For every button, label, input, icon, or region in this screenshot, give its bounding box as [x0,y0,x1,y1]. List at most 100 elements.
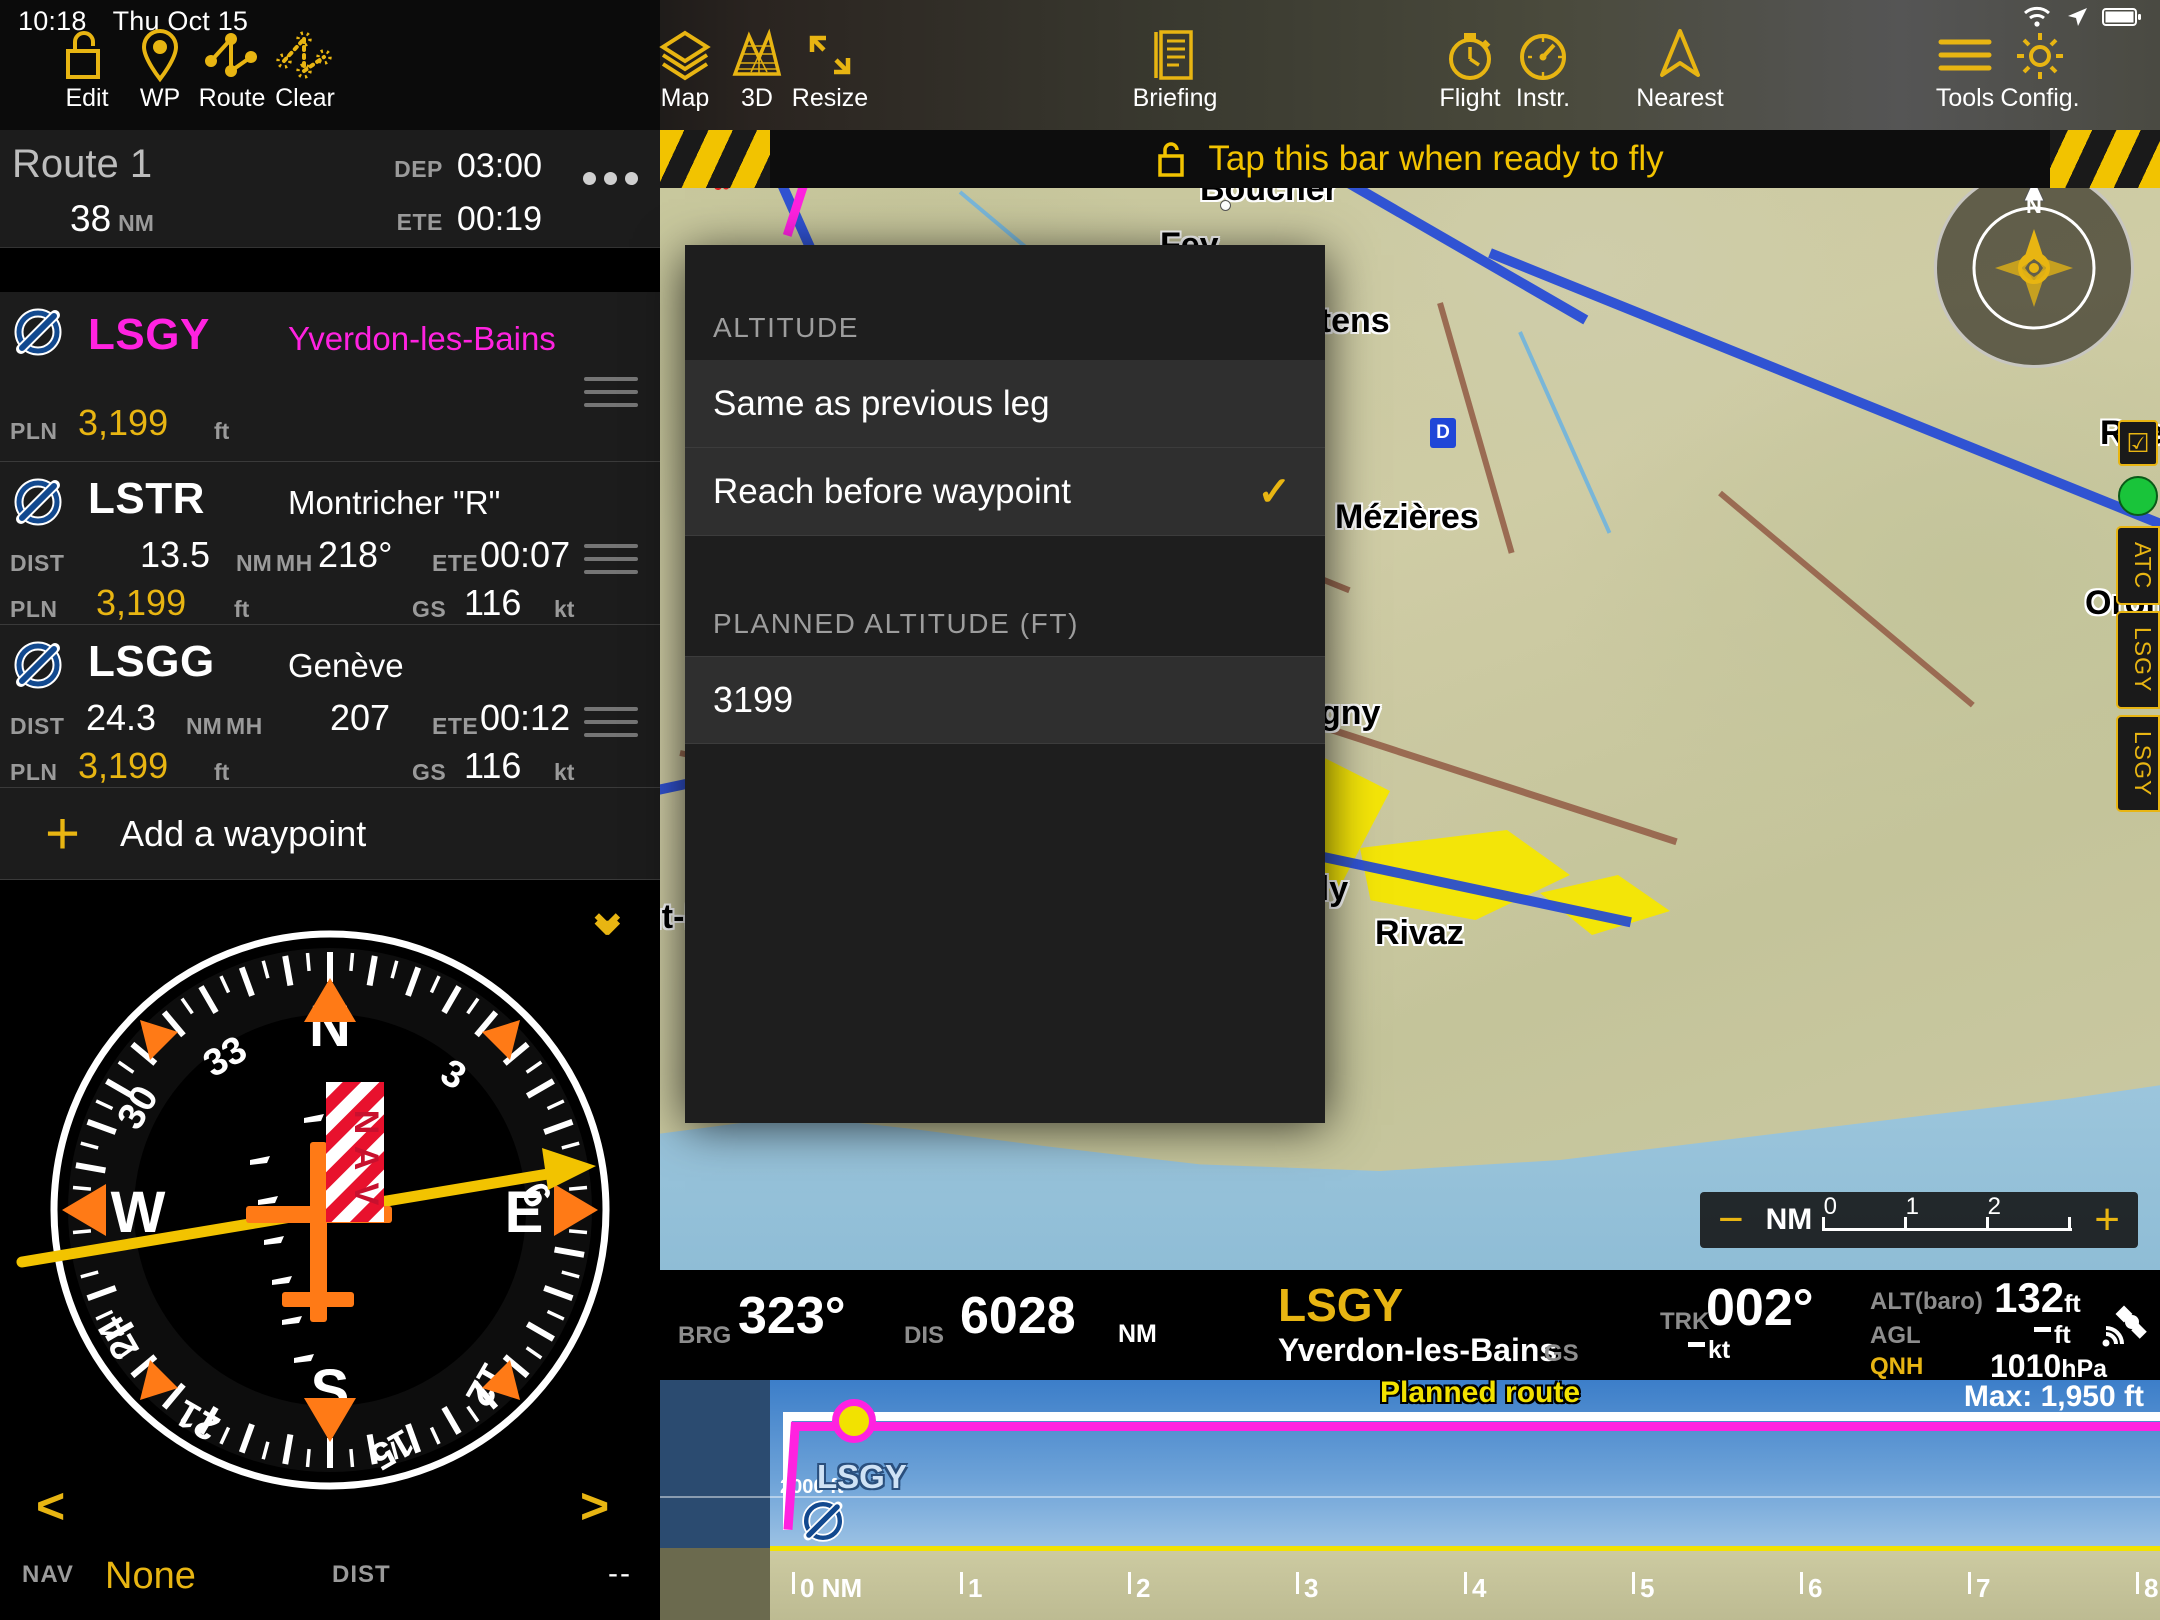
scale-ruler: 0 1 2 [1822,1203,2072,1237]
gs-value: 116 [464,745,521,787]
active-waypoint-code: LSGY [1278,1278,1403,1332]
mh-label: MH [276,550,313,577]
scale-unit-label: NM [1766,1203,1813,1237]
toolbar-clear-button[interactable]: Clear [240,26,370,111]
option-same-as-previous-leg[interactable]: Same as previous leg [685,360,1325,448]
svg-text:V: V [347,1183,385,1206]
scale-tick-0: 0 [1824,1193,1837,1221]
axis-tick-4: 4 [1472,1573,1486,1604]
qnh-label[interactable]: QNH [1870,1353,1923,1381]
profile-route-line [791,1422,2160,1431]
route-distance-unit: NM [118,210,154,236]
axis-tick-8: 8 [2144,1573,2158,1604]
zoom-out-button[interactable]: − [1706,1198,1756,1242]
gs-label: GS [412,596,446,623]
profile-ground-past [660,1548,770,1620]
pln-label: PLN [10,418,58,445]
pln-value: 3,199 [96,582,186,624]
profile-max-label: Max: 1,950 ft [1964,1380,2144,1414]
waypoint-row-lstr[interactable]: LSTR Montricher "R" DIST 13.5 NM MH 218°… [0,462,660,625]
profile-route-outline [791,1412,2160,1421]
dist-value: 24.3 [86,697,156,739]
drag-handle[interactable] [584,377,638,416]
dist-unit: NM [186,713,222,740]
axis-tick-1: 1 [968,1573,982,1604]
planned-altitude-input[interactable]: 3199 [685,656,1325,744]
hsi-prev-button[interactable]: < [36,1477,65,1535]
pln-label: PLN [10,759,58,786]
pln-unit: ft [214,418,229,445]
waypoint-code: LSTR [88,474,205,524]
checklist-icon[interactable]: ☑ [2118,420,2158,466]
unlock-icon [1156,140,1186,178]
ready-to-fly-bar[interactable]: Tap this bar when ready to fly [660,130,2160,188]
toolbar-resize-button[interactable]: Resize [765,26,895,111]
waypoint-name: Genève [288,647,404,685]
pln-unit: ft [214,759,229,786]
profile-gridline-2000 [660,1496,2160,1498]
vertical-profile[interactable]: 2000 ft LSGY Planned route Max: 1,950 ft… [660,1380,2160,1620]
dialog-planned-header: PLANNED ALTITUDE (FT) [713,608,1079,640]
route-title: Route 1 [12,142,152,187]
dist-label: DIST [10,713,64,740]
toolbar-briefing-label: Briefing [1110,86,1240,111]
drag-handle[interactable] [584,707,638,746]
profile-sky-past [660,1380,770,1548]
gps-satellite-icon[interactable] [2092,1300,2148,1352]
profile-waypoint-dot[interactable] [832,1399,876,1443]
toolbar-nearest-button[interactable]: Nearest [1615,26,1745,111]
green-status-dot[interactable] [2118,476,2158,516]
route-dep-value: 03:00 [457,147,542,185]
hsi-nav-value[interactable]: None [105,1555,196,1598]
gs-label: GS [412,759,446,786]
add-waypoint-button[interactable]: + Add a waypoint [0,788,660,880]
toolbar-config-button[interactable]: Config. [1975,26,2105,111]
mh-value: 218° [318,534,392,576]
ellipsis-menu[interactable] [583,172,638,185]
hsi-instrument[interactable]: ⌄⌄ N E S W 33 3 6 12 [0,880,660,1615]
active-waypoint-name: Yverdon-les-Bains [1278,1332,1557,1369]
mh-label: MH [226,713,263,740]
toolbar-config-label: Config. [1975,86,2105,111]
waypoint-row-lsgg[interactable]: LSGG Genève DIST 24.3 NM MH 207 ETE 00:1… [0,625,660,788]
route-summary-header[interactable]: Route 1 38NM DEP03:00 ETE00:19 [0,130,660,248]
map-edge-tab-strip: ☑ ATC LSGY LSGY [2112,420,2160,818]
profile-terrain-line [770,1546,2160,1551]
hsi-dist-value: -- [608,1557,632,1591]
hsi-next-button[interactable]: > [580,1477,609,1535]
svg-text:N: N [2026,193,2042,218]
gs-value: 116 [464,582,521,624]
route-ete-value: 00:19 [457,200,542,238]
atc-tab[interactable]: ATC [2116,526,2160,605]
route-ete: ETE00:19 [397,200,542,239]
zoom-in-button[interactable]: + [2082,1198,2132,1242]
route-panel: Route 1 38NM DEP03:00 ETE00:19 [0,130,660,1620]
dist-unit: NM [236,550,272,577]
toolbar-instr-label: Instr. [1478,86,1608,111]
profile-waypoint-label: LSGY [817,1458,907,1496]
drag-handle[interactable] [584,544,638,583]
toolbar-briefing-button[interactable]: Briefing [1110,26,1240,111]
panel-gap [0,248,660,292]
agl-label: AGL [1870,1322,1921,1350]
add-waypoint-label: Add a waypoint [120,813,366,855]
leg-ete-label: ETE [432,550,478,577]
trk-label: TRK [1660,1308,1709,1336]
waypoint-code: LSGG [88,637,215,687]
map-compass-rose[interactable]: N [1934,168,2134,368]
profile-departure-icon [800,1498,846,1544]
clear-route-icon [240,26,370,84]
profile-distance-axis: 0 NM 1 2 3 4 5 6 7 8 [770,1572,2160,1620]
lsgy-tab-2[interactable]: LSGY [2116,715,2160,812]
waypoint-name: Montricher "R" [288,484,500,522]
briefing-document-icon [1110,26,1240,84]
dis-value: 6028 [960,1286,1076,1346]
axis-tick-6: 6 [1808,1573,1822,1604]
axis-tick-3: 3 [1304,1573,1318,1604]
option-reach-before-waypoint[interactable]: Reach before waypoint ✓ [685,448,1325,536]
toolbar-nearest-label: Nearest [1615,86,1745,111]
waypoint-row-lsgy[interactable]: LSGY Yverdon-les-Bains PLN 3,199 ft [0,292,660,462]
lsgy-tab[interactable]: LSGY [2116,611,2160,708]
ready-to-fly-label: Tap this bar when ready to fly [1208,139,1663,179]
toolbar-instr-button[interactable]: Instr. [1478,26,1608,111]
